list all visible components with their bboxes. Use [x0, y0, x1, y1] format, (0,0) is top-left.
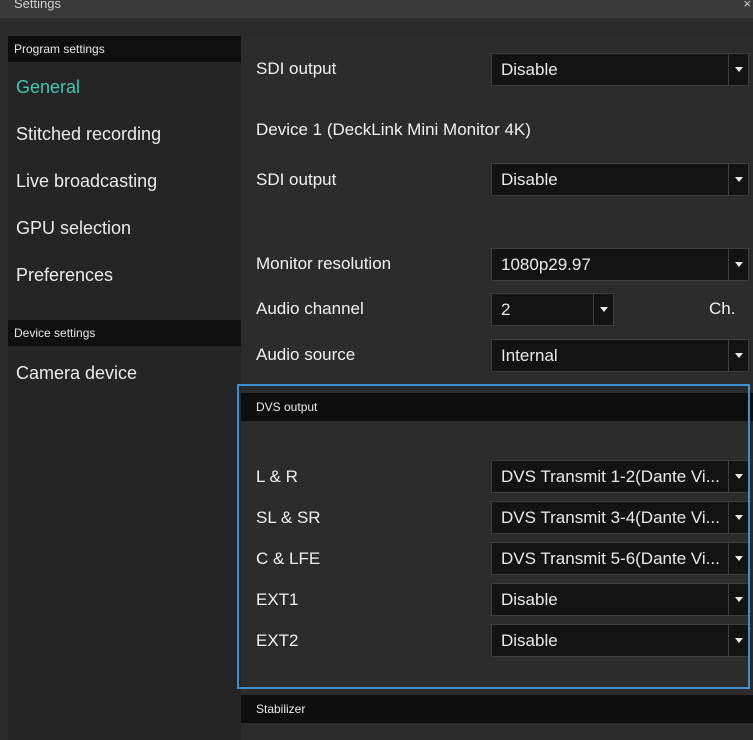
sidebar-item-stitched-recording[interactable]: Stitched recording: [16, 124, 161, 145]
audio-channel-value: 2: [501, 300, 511, 319]
monitor-resolution-label: Monitor resolution: [256, 254, 392, 273]
chevron-down-icon[interactable]: [728, 584, 748, 615]
chevron-down-icon[interactable]: [593, 294, 613, 325]
audio-source-value: Internal: [501, 346, 558, 365]
dvs-slsr-label: SL & SR: [256, 508, 321, 527]
device-settings-header: Device settings: [8, 320, 241, 346]
audio-source-label: Audio source: [256, 345, 356, 364]
monitor-resolution-value: 1080p29.97: [501, 255, 591, 274]
device-sdi-output-value: Disable: [501, 170, 558, 189]
window-title: Settings: [14, 0, 61, 11]
settings-sidebar: Program settings General Stitched record…: [8, 36, 241, 740]
chevron-down-icon[interactable]: [728, 502, 748, 533]
stabilizer-header: Stabilizer: [241, 695, 753, 723]
program-settings-header: Program settings: [8, 36, 241, 62]
dvs-lr-label: L & R: [256, 467, 298, 486]
chevron-down-icon[interactable]: [728, 54, 748, 85]
dvs-slsr-value: DVS Transmit 3-4(Dante Vi...: [501, 508, 720, 527]
sidebar-item-general[interactable]: General: [16, 77, 80, 98]
dvs-ext2-dropdown[interactable]: Disable: [491, 624, 749, 657]
sidebar-item-camera-device[interactable]: Camera device: [16, 363, 137, 384]
sidebar-item-gpu-selection[interactable]: GPU selection: [16, 218, 131, 239]
sdi-output-value: Disable: [501, 60, 558, 79]
chevron-down-icon[interactable]: [728, 625, 748, 656]
title-bar: Settings ×: [0, 0, 753, 18]
dvs-clfe-label: C & LFE: [256, 549, 321, 568]
dvs-ext2-label: EXT2: [256, 631, 299, 650]
sdi-output-dropdown[interactable]: Disable: [491, 53, 749, 86]
chevron-down-icon[interactable]: [728, 164, 748, 195]
audio-channel-dropdown[interactable]: 2: [491, 293, 614, 326]
dvs-ext1-dropdown[interactable]: Disable: [491, 583, 749, 616]
sdi-output-label: SDI output: [256, 59, 337, 78]
audio-source-dropdown[interactable]: Internal: [491, 339, 749, 372]
dvs-output-header: DVS output: [241, 393, 753, 421]
device-sdi-output-dropdown[interactable]: Disable: [491, 163, 749, 196]
sidebar-item-preferences[interactable]: Preferences: [16, 265, 113, 286]
chevron-down-icon[interactable]: [728, 249, 748, 280]
device-heading: Device 1 (DeckLink Mini Monitor 4K): [256, 120, 531, 139]
chevron-down-icon[interactable]: [728, 543, 748, 574]
dvs-ext1-value: Disable: [501, 590, 558, 609]
close-icon[interactable]: ×: [743, 0, 751, 11]
chevron-down-icon[interactable]: [728, 340, 748, 371]
dvs-lr-value: DVS Transmit 1-2(Dante Vi...: [501, 467, 720, 486]
dvs-clfe-value: DVS Transmit 5-6(Dante Vi...: [501, 549, 720, 568]
settings-main-panel: SDI output Disable Device 1 (DeckLink Mi…: [241, 36, 753, 740]
dvs-ext1-label: EXT1: [256, 590, 299, 609]
monitor-resolution-dropdown[interactable]: 1080p29.97: [491, 248, 749, 281]
dvs-ext2-value: Disable: [501, 631, 558, 650]
dvs-clfe-dropdown[interactable]: DVS Transmit 5-6(Dante Vi...: [491, 542, 749, 575]
sidebar-item-live-broadcasting[interactable]: Live broadcasting: [16, 171, 157, 192]
dvs-slsr-dropdown[interactable]: DVS Transmit 3-4(Dante Vi...: [491, 501, 749, 534]
dvs-lr-dropdown[interactable]: DVS Transmit 1-2(Dante Vi...: [491, 460, 749, 493]
audio-channel-unit: Ch.: [709, 299, 736, 318]
device-sdi-output-label: SDI output: [256, 170, 337, 189]
audio-channel-label: Audio channel: [256, 299, 364, 318]
chevron-down-icon[interactable]: [728, 461, 748, 492]
